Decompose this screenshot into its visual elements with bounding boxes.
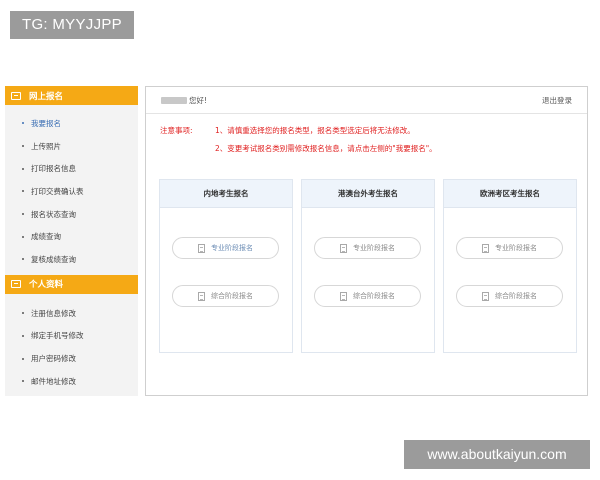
bullet-icon: [22, 190, 24, 193]
professional-stage-button[interactable]: 专业阶段报名: [456, 237, 563, 259]
document-icon: [340, 291, 347, 301]
top-bar: 您好! 退出登录: [146, 87, 587, 114]
button-label: 综合阶段报名: [211, 292, 253, 300]
notice-line-1: 1、请慎重选择您的报名类型，报名类型选定后将无法修改。: [215, 126, 415, 135]
button-label: 专业阶段报名: [353, 244, 395, 252]
sidebar-section-personal-info: 个人资料: [5, 274, 138, 294]
sidebar-item-label: 打印报名信息: [31, 164, 76, 174]
sidebar: 网上报名 我要报名 上传照片 打印报名信息 打印交费确认表 报名状态查询 成绩查…: [5, 86, 138, 396]
bullet-icon: [22, 213, 24, 216]
button-label: 综合阶段报名: [353, 292, 395, 300]
sidebar-item-label: 成绩查询: [31, 232, 61, 242]
sidebar-item-edit-password[interactable]: 用户密码修改: [5, 347, 138, 370]
personal-info-menu: 注册信息修改 绑定手机号修改 用户密码修改 邮件地址修改: [5, 294, 138, 393]
notice-line-2: 2、变更考试报名类别需修改报名信息，请点击左侧的"我要报名"。: [215, 144, 437, 153]
sidebar-item-registration-status[interactable]: 报名状态查询: [5, 203, 138, 226]
section-title: 网上报名: [29, 91, 64, 102]
card-hk-macau-taiwan-foreign: 港澳台外考生报名 专业阶段报名 综合阶段报名: [301, 179, 435, 353]
bullet-icon: [22, 334, 24, 337]
card-title: 港澳台外考生报名: [302, 180, 434, 208]
sidebar-item-label: 打印交费确认表: [31, 186, 84, 196]
comprehensive-stage-button[interactable]: 综合阶段报名: [314, 285, 421, 307]
bullet-icon: [22, 312, 24, 315]
sidebar-item-label: 我要报名: [31, 118, 61, 128]
bullet-icon: [22, 380, 24, 383]
section-title: 个人资料: [29, 280, 64, 291]
bullet-icon: [22, 122, 24, 125]
sidebar-item-label: 绑定手机号修改: [31, 331, 84, 341]
logout-link[interactable]: 退出登录: [542, 95, 572, 106]
comprehensive-stage-button[interactable]: 综合阶段报名: [172, 285, 279, 307]
notice-block: 注意事项: 1、请慎重选择您的报名类型，报名类型选定后将无法修改。 2、变更考试…: [146, 114, 587, 164]
document-icon: [198, 243, 205, 253]
button-label: 专业阶段报名: [495, 244, 537, 252]
main-panel: 您好! 退出登录 注意事项: 1、请慎重选择您的报名类型，报名类型选定后将无法修…: [145, 86, 588, 396]
greeting: 您好!: [161, 95, 207, 106]
sidebar-item-my-registration[interactable]: 我要报名: [5, 112, 138, 135]
bullet-icon: [22, 235, 24, 238]
sidebar-item-label: 邮件地址修改: [31, 376, 76, 386]
sidebar-item-upload-photo[interactable]: 上传照片: [5, 135, 138, 158]
sidebar-item-label: 注册信息修改: [31, 308, 76, 318]
notice-label: 注意事项:: [160, 126, 193, 135]
sidebar-item-score-query[interactable]: 成绩查询: [5, 225, 138, 248]
monitor-icon: [11, 91, 21, 100]
watermark-url: www.aboutkaiyun.com: [404, 440, 590, 469]
greeting-text: 您好!: [189, 95, 208, 105]
button-label: 综合阶段报名: [495, 292, 537, 300]
watermark-tag: TG: MYYJJPP: [10, 11, 134, 39]
sidebar-item-print-payment-form[interactable]: 打印交费确认表: [5, 180, 138, 203]
document-icon: [482, 243, 489, 253]
card-title: 内地考生报名: [160, 180, 292, 208]
online-registration-menu: 我要报名 上传照片 打印报名信息 打印交费确认表 报名状态查询 成绩查询 复核成…: [5, 105, 138, 271]
professional-stage-button[interactable]: 专业阶段报名: [314, 237, 421, 259]
sidebar-item-label: 上传照片: [31, 141, 61, 151]
card-europe: 欧洲考区考生报名 专业阶段报名 综合阶段报名: [443, 179, 577, 353]
sidebar-item-edit-email[interactable]: 邮件地址修改: [5, 370, 138, 393]
user-name-redacted: [161, 96, 187, 104]
bullet-icon: [22, 357, 24, 360]
button-label: 专业阶段报名: [211, 244, 253, 252]
sidebar-item-label: 用户密码修改: [31, 354, 76, 364]
sidebar-item-label: 报名状态查询: [31, 209, 76, 219]
document-icon: [198, 291, 205, 301]
sidebar-item-print-registration-info[interactable]: 打印报名信息: [5, 157, 138, 180]
card-title: 欧洲考区考生报名: [444, 180, 576, 208]
sidebar-item-edit-phone[interactable]: 绑定手机号修改: [5, 325, 138, 348]
sidebar-item-edit-registration-info[interactable]: 注册信息修改: [5, 302, 138, 325]
bullet-icon: [22, 145, 24, 148]
comprehensive-stage-button[interactable]: 综合阶段报名: [456, 285, 563, 307]
id-card-icon: [11, 280, 21, 289]
professional-stage-button[interactable]: 专业阶段报名: [172, 237, 279, 259]
registration-cards: 内地考生报名 专业阶段报名 综合阶段报名 港澳台外考生报名 专业阶段报名 综合阶…: [159, 179, 577, 353]
document-icon: [340, 243, 347, 253]
sidebar-item-label: 复核成绩查询: [31, 254, 76, 264]
sidebar-item-score-review-query[interactable]: 复核成绩查询: [5, 248, 138, 271]
card-mainland: 内地考生报名 专业阶段报名 综合阶段报名: [159, 179, 293, 353]
document-icon: [482, 291, 489, 301]
sidebar-section-online-registration: 网上报名: [5, 86, 138, 105]
bullet-icon: [22, 167, 24, 170]
bullet-icon: [22, 258, 24, 261]
